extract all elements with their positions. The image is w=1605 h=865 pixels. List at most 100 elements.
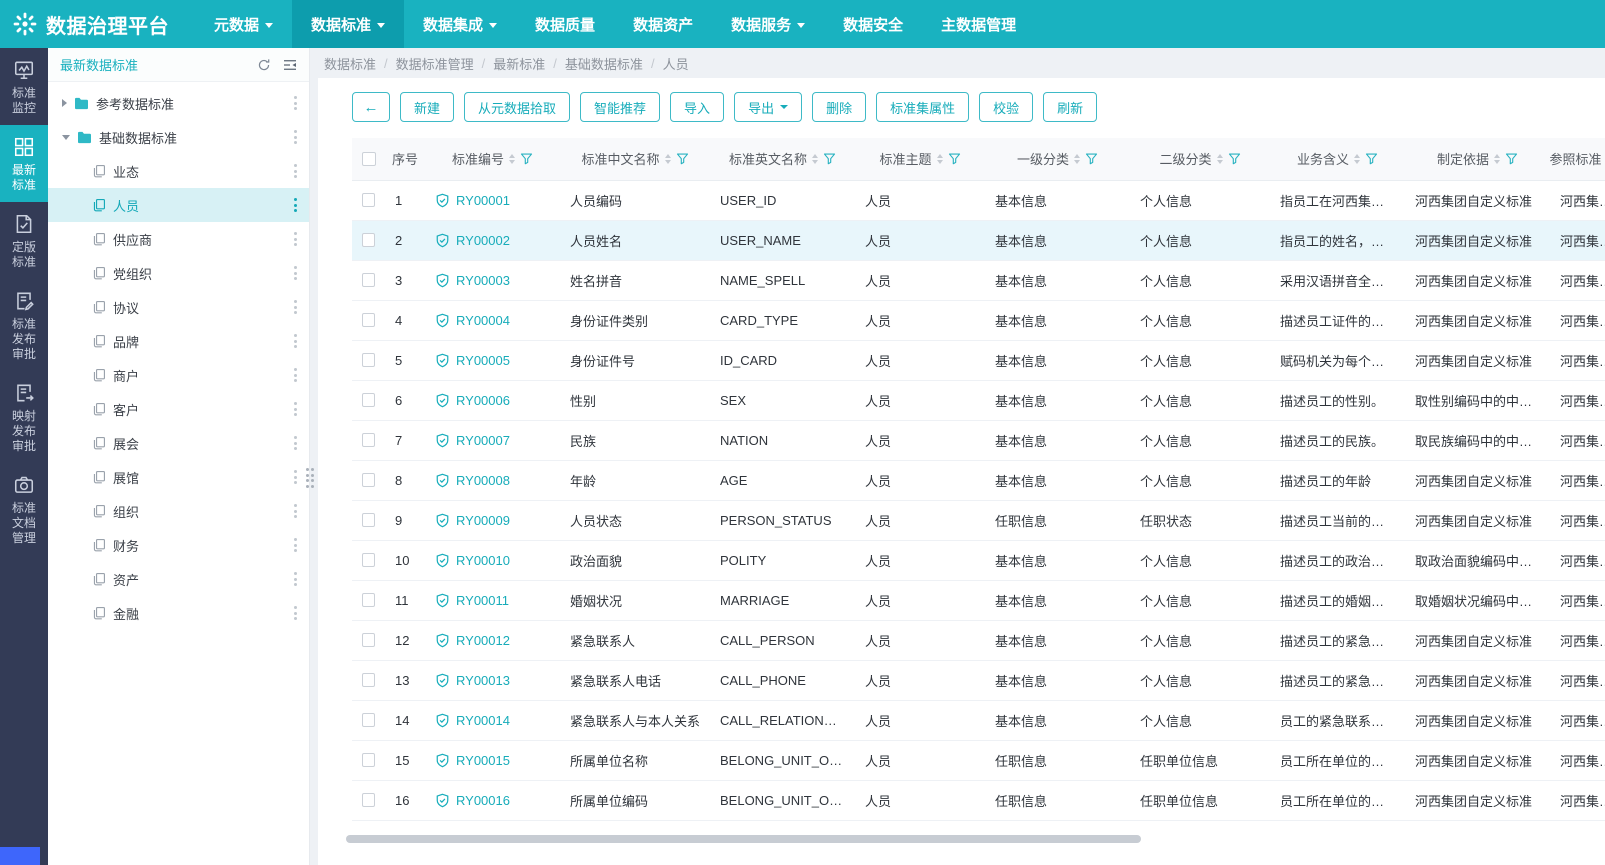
tree-item[interactable]: 供应商 <box>48 222 309 256</box>
filter-funnel-icon[interactable] <box>823 152 836 165</box>
standard-code-link[interactable]: RY00008 <box>435 473 550 488</box>
refresh-button[interactable]: 刷新 <box>1043 92 1097 122</box>
breadcrumb-item[interactable]: 基础数据标准 <box>565 54 643 73</box>
kebab-menu-icon[interactable] <box>292 536 299 554</box>
table-row[interactable]: 13RY00013紧急联系人电话CALL_PHONE人员基本信息个人信息描述员工… <box>352 660 1605 700</box>
standard-code-link[interactable]: RY00002 <box>435 233 550 248</box>
tree-item[interactable]: 金融 <box>48 596 309 630</box>
col-category1[interactable]: 一级分类 <box>985 138 1130 180</box>
create-button[interactable]: 新建 <box>400 92 454 122</box>
kebab-menu-icon[interactable] <box>292 366 299 384</box>
table-row[interactable]: 1RY00001人员编码USER_ID人员基本信息个人信息指员工在河西集团初入.… <box>352 180 1605 220</box>
sort-caret-icons[interactable] <box>665 154 671 164</box>
kebab-menu-icon[interactable] <box>292 264 299 282</box>
standard-code-link[interactable]: RY00007 <box>435 433 550 448</box>
nav-data-asset[interactable]: 数据资产 <box>614 0 712 48</box>
filter-funnel-icon[interactable] <box>676 152 689 165</box>
table-row[interactable]: 15RY00015所属单位名称BELONG_UNIT_ORG_...人员任职信息… <box>352 740 1605 780</box>
tree-item[interactable]: 党组织 <box>48 256 309 290</box>
row-checkbox[interactable] <box>362 793 375 807</box>
kebab-menu-icon[interactable] <box>292 570 299 588</box>
nav-master-data[interactable]: 主数据管理 <box>922 0 1035 48</box>
tree-group[interactable]: 基础数据标准 <box>48 120 309 154</box>
tree-item[interactable]: 展馆 <box>48 460 309 494</box>
sort-caret-icons[interactable] <box>812 154 818 164</box>
row-checkbox[interactable] <box>362 233 375 247</box>
pick-from-metadata-button[interactable]: 从元数据拾取 <box>464 92 570 122</box>
sidebar-item-standard-publish-approval[interactable]: 标准发布审批 <box>0 279 48 371</box>
sort-caret-icons[interactable] <box>937 154 943 164</box>
row-checkbox[interactable] <box>362 553 375 567</box>
kebab-menu-icon[interactable] <box>292 298 299 316</box>
row-checkbox[interactable] <box>362 433 375 447</box>
standard-code-link[interactable]: RY00006 <box>435 393 550 408</box>
standard-set-props-button[interactable]: 标准集属性 <box>876 92 969 122</box>
row-checkbox[interactable] <box>362 673 375 687</box>
sidebar-item-standard-doc-management[interactable]: 标准文档管理 <box>0 463 48 555</box>
kebab-menu-icon[interactable] <box>292 332 299 350</box>
smart-recommend-button[interactable]: 智能推荐 <box>580 92 660 122</box>
standard-code-link[interactable]: RY00001 <box>435 193 550 208</box>
tree-item[interactable]: 客户 <box>48 392 309 426</box>
standard-code-link[interactable]: RY00004 <box>435 313 550 328</box>
tree-item[interactable]: 协议 <box>48 290 309 324</box>
kebab-menu-icon[interactable] <box>292 434 299 452</box>
nav-data-standard[interactable]: 数据标准 <box>292 0 404 48</box>
import-button[interactable]: 导入 <box>670 92 724 122</box>
standard-code-link[interactable]: RY00013 <box>435 673 550 688</box>
filter-funnel-icon[interactable] <box>520 152 533 165</box>
export-button[interactable]: 导出 <box>734 92 802 122</box>
standard-code-link[interactable]: RY00003 <box>435 273 550 288</box>
filter-funnel-icon[interactable] <box>1228 152 1241 165</box>
horizontal-scrollbar-thumb[interactable] <box>346 835 1141 843</box>
col-reference-standard[interactable]: 参照标准 <box>1550 138 1605 180</box>
table-row[interactable]: 4RY00004身份证件类别CARD_TYPE人员基本信息个人信息描述员工证件的… <box>352 300 1605 340</box>
table-row[interactable]: 5RY00005身份证件号ID_CARD人员基本信息个人信息赋码机关为每个公民给… <box>352 340 1605 380</box>
row-checkbox[interactable] <box>362 513 375 527</box>
sidebar-footer-accent[interactable] <box>0 847 40 865</box>
sort-caret-icons[interactable] <box>1074 154 1080 164</box>
table-row[interactable]: 10RY00010政治面貌POLITY人员基本信息个人信息描述员工的政治面貌取政… <box>352 540 1605 580</box>
sort-caret-icons[interactable] <box>509 154 515 164</box>
sort-caret-icons[interactable] <box>1494 154 1500 164</box>
row-checkbox[interactable] <box>362 713 375 727</box>
nav-data-service[interactable]: 数据服务 <box>712 0 824 48</box>
nav-data-integration[interactable]: 数据集成 <box>404 0 516 48</box>
collapse-tree-icon[interactable] <box>283 59 297 71</box>
tree-item[interactable]: 展会 <box>48 426 309 460</box>
kebab-menu-icon[interactable] <box>292 162 299 180</box>
expander-expanded-icon[interactable] <box>62 135 70 140</box>
row-checkbox[interactable] <box>362 193 375 207</box>
kebab-menu-icon[interactable] <box>292 128 299 146</box>
delete-button[interactable]: 删除 <box>812 92 866 122</box>
expander-collapsed-icon[interactable] <box>62 99 67 107</box>
breadcrumb-item[interactable]: 最新标准 <box>493 54 545 73</box>
kebab-menu-icon[interactable] <box>292 94 299 112</box>
table-row[interactable]: 16RY00016所属单位编码BELONG_UNIT_ORG_...人员任职信息… <box>352 780 1605 820</box>
row-checkbox[interactable] <box>362 593 375 607</box>
col-basis[interactable]: 制定依据 <box>1405 138 1550 180</box>
validate-button[interactable]: 校验 <box>979 92 1033 122</box>
filter-funnel-icon[interactable] <box>1365 152 1378 165</box>
sidebar-item-mapping-publish-approval[interactable]: 映射发布审批 <box>0 371 48 463</box>
tree-item[interactable]: 人员 <box>48 188 309 222</box>
table-row[interactable]: 3RY00003姓名拼音NAME_SPELL人员基本信息个人信息采用汉语拼音全拼… <box>352 260 1605 300</box>
standard-code-link[interactable]: RY00009 <box>435 513 550 528</box>
row-checkbox[interactable] <box>362 353 375 367</box>
tree-item[interactable]: 业态 <box>48 154 309 188</box>
col-en-name[interactable]: 标准英文名称 <box>710 138 855 180</box>
tree-item[interactable]: 资产 <box>48 562 309 596</box>
sort-caret-icons[interactable] <box>1354 154 1360 164</box>
tree-item[interactable]: 财务 <box>48 528 309 562</box>
kebab-menu-icon[interactable] <box>292 604 299 622</box>
table-row[interactable]: 11RY00011婚姻状况MARRIAGE人员基本信息个人信息描述员工的婚姻状态… <box>352 580 1605 620</box>
nav-data-security[interactable]: 数据安全 <box>824 0 922 48</box>
row-checkbox[interactable] <box>362 273 375 287</box>
tree-item[interactable]: 品牌 <box>48 324 309 358</box>
filter-funnel-icon[interactable] <box>948 152 961 165</box>
standard-code-link[interactable]: RY00010 <box>435 553 550 568</box>
table-row[interactable]: 14RY00014紧急联系人与本人关系CALL_RELATIONSHIP人员基本… <box>352 700 1605 740</box>
standard-code-link[interactable]: RY00016 <box>435 793 550 808</box>
col-code[interactable]: 标准编号 <box>425 138 560 180</box>
kebab-menu-icon[interactable] <box>292 502 299 520</box>
